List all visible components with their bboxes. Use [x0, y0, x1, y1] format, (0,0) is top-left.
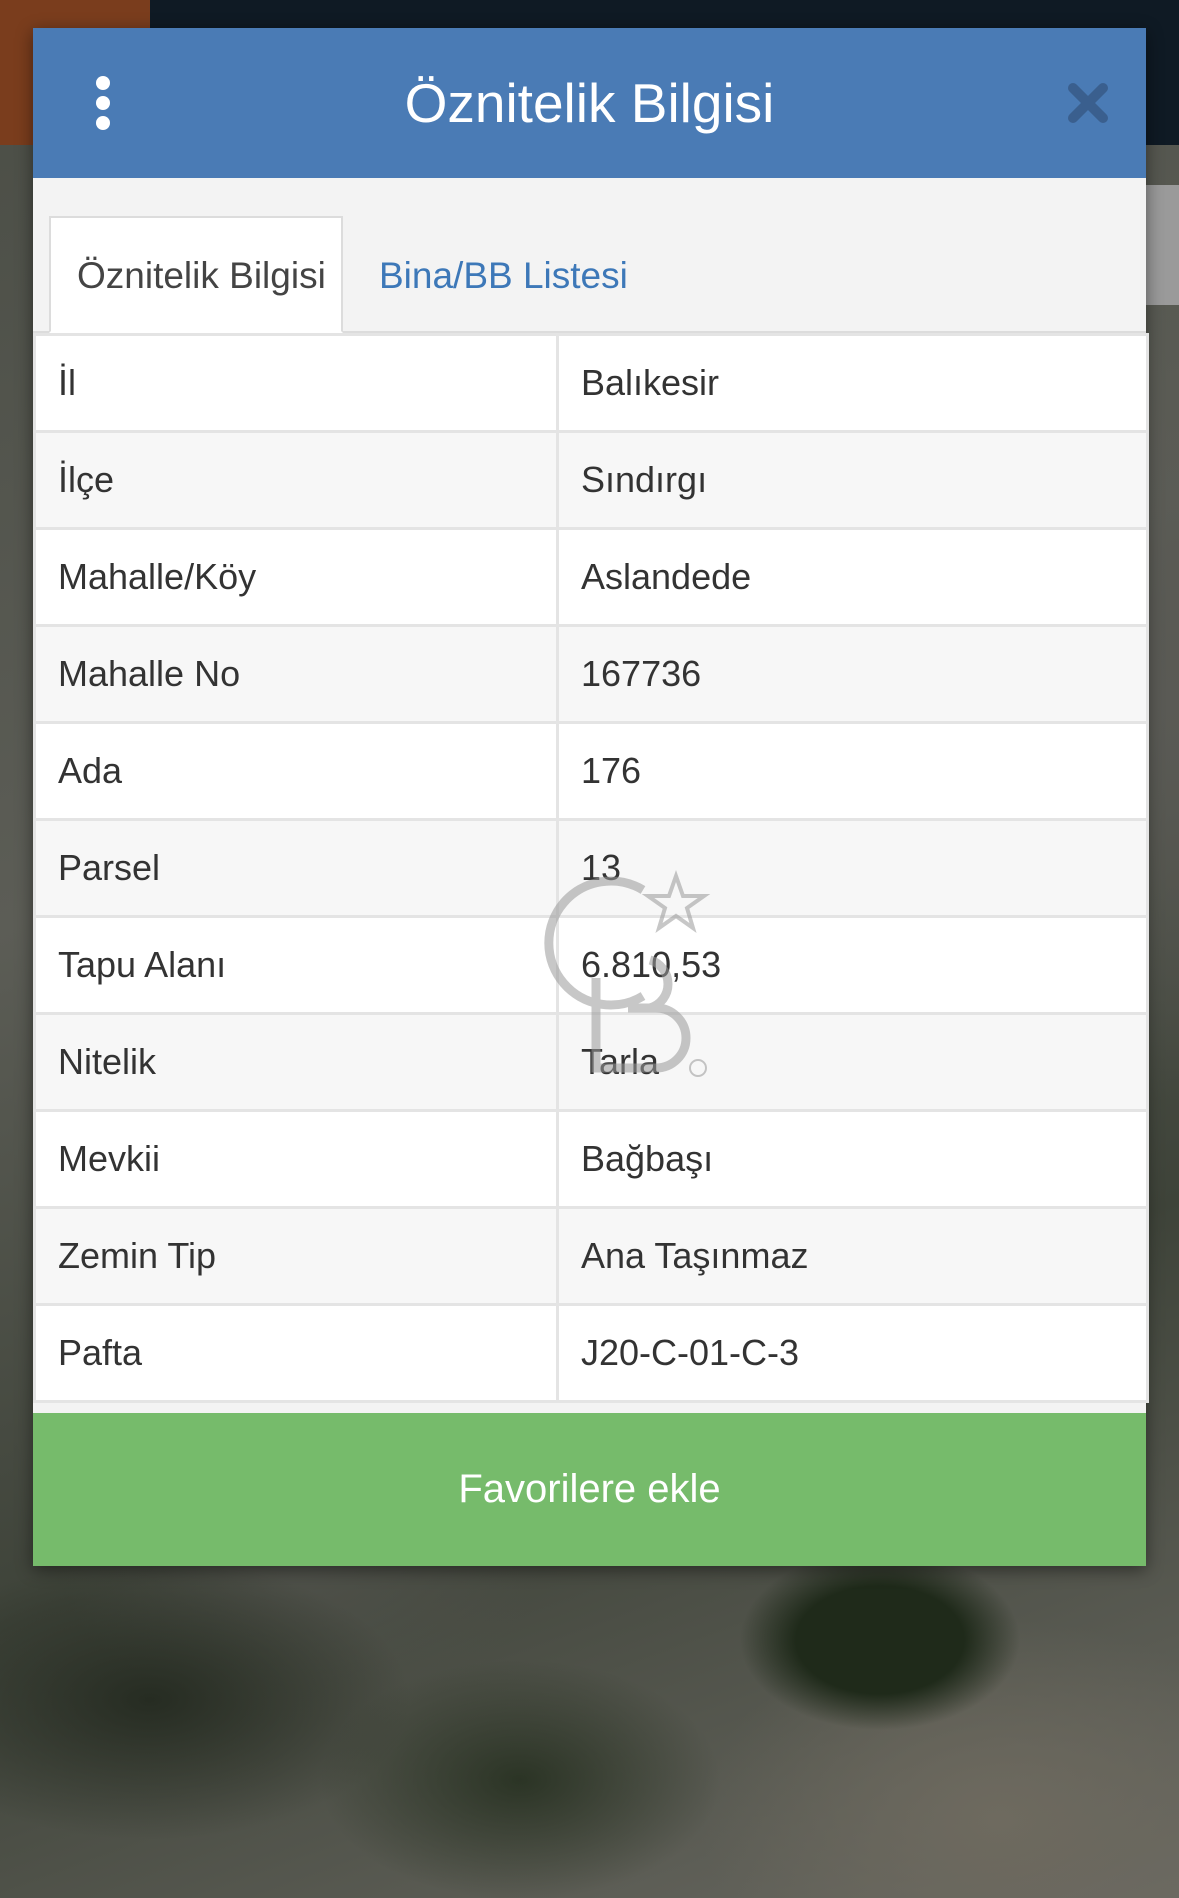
attribute-key: Mahalle No — [33, 624, 559, 724]
attribute-key: Nitelik — [33, 1012, 559, 1112]
attribute-key: Parsel — [33, 818, 559, 918]
attribute-key: Zemin Tip — [33, 1206, 559, 1306]
attribute-key: Tapu Alanı — [33, 915, 559, 1015]
attribute-key: İlçe — [33, 430, 559, 530]
table-row: Parsel 13 — [33, 818, 1149, 918]
kebab-menu-icon[interactable] — [93, 76, 113, 130]
table-row: İlçe Sındırgı — [33, 430, 1149, 530]
attribute-value: Sındırgı — [556, 430, 1149, 530]
table-row: Mahalle No 167736 — [33, 624, 1149, 724]
attribute-value: J20-C-01-C-3 — [556, 1303, 1149, 1403]
attribute-key: Mahalle/Köy — [33, 527, 559, 627]
attribute-key: Pafta — [33, 1303, 559, 1403]
tab-building-list[interactable]: Bina/BB Listesi — [351, 216, 656, 333]
table-row: Tapu Alanı 6.810,53 — [33, 915, 1149, 1015]
modal-header: Öznitelik Bilgisi — [33, 28, 1146, 178]
tab-attribute-info[interactable]: Öznitelik Bilgisi — [49, 216, 343, 333]
attribute-key: İl — [33, 333, 559, 433]
attribute-value: Bağbaşı — [556, 1109, 1149, 1209]
map-side-control[interactable] — [1146, 185, 1179, 305]
tab-bar: Öznitelik Bilgisi Bina/BB Listesi — [33, 178, 1146, 333]
table-row: Nitelik Tarla — [33, 1012, 1149, 1112]
table-row: Pafta J20-C-01-C-3 — [33, 1303, 1149, 1403]
close-icon[interactable] — [1063, 78, 1113, 128]
attribute-value: Tarla — [556, 1012, 1149, 1112]
attribute-value: 176 — [556, 721, 1149, 821]
attribute-key: Ada — [33, 721, 559, 821]
attribute-value: Aslandede — [556, 527, 1149, 627]
attribute-value: 167736 — [556, 624, 1149, 724]
attribute-value: 13 — [556, 818, 1149, 918]
attribute-key: Mevkii — [33, 1109, 559, 1209]
add-to-favorites-button[interactable]: Favorilere ekle — [33, 1413, 1146, 1566]
table-row: Ada 176 — [33, 721, 1149, 821]
attribute-table: İl Balıkesir İlçe Sındırgı Mahalle/Köy A… — [33, 333, 1149, 1403]
table-row: Zemin Tip Ana Taşınmaz — [33, 1206, 1149, 1306]
table-row: Mevkii Bağbaşı — [33, 1109, 1149, 1209]
modal-title: Öznitelik Bilgisi — [404, 72, 775, 134]
attribute-info-modal: Öznitelik Bilgisi Öznitelik Bilgisi Bina… — [33, 28, 1149, 1566]
attribute-value: Ana Taşınmaz — [556, 1206, 1149, 1306]
table-row: Mahalle/Köy Aslandede — [33, 527, 1149, 627]
attribute-value: Balıkesir — [556, 333, 1149, 433]
attribute-value: 6.810,53 — [556, 915, 1149, 1015]
table-row: İl Balıkesir — [33, 333, 1149, 433]
